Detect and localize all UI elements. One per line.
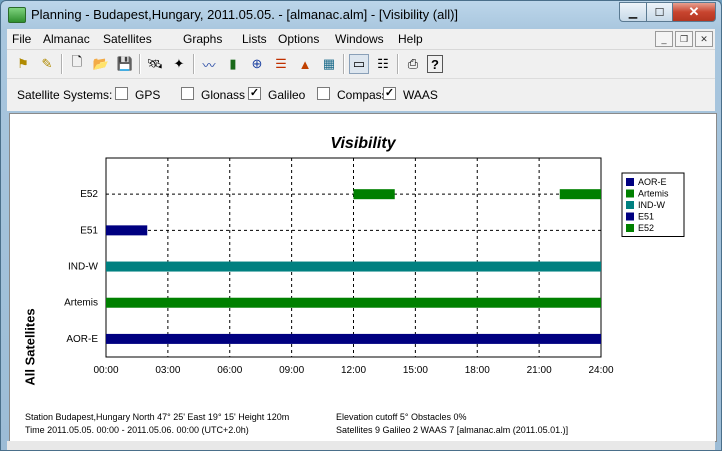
- window-title: Planning - Budapest,Hungary, 2011.05.05.…: [31, 7, 459, 22]
- visibility-bar: [559, 189, 601, 200]
- waas-checkbox[interactable]: ✓: [383, 87, 396, 100]
- satellite-systems-bar: Satellite Systems: GPS Glonass ✓ Galileo…: [7, 79, 715, 111]
- menu-bar: File Almanac Satellites Graphs Lists Opt…: [7, 29, 715, 50]
- elevation-graph-icon[interactable]: 〰: [199, 54, 219, 74]
- legend-swatch: [626, 201, 634, 209]
- y-tick-label: AOR-E: [66, 334, 98, 345]
- y-tick-label: E51: [80, 225, 98, 236]
- galileo-label: Galileo: [268, 88, 306, 102]
- visibility-bar: [106, 297, 601, 308]
- new-file-icon[interactable]: 🗋: [67, 54, 87, 74]
- visibility-bar: [106, 261, 601, 272]
- visibility-bar: [106, 225, 148, 236]
- toolbar-separator: [193, 54, 195, 74]
- toolbar: ⚑ ✎ 🗋 📂 💾 🛰 ✦ 〰 ▮ ⊕ ☰ ▲ ▦ ▭ ☷ ⎙ ?: [7, 50, 715, 79]
- legend-label: IND-W: [638, 200, 665, 210]
- save-icon[interactable]: 💾: [115, 54, 135, 74]
- satellite-icon[interactable]: 🛰: [145, 54, 165, 74]
- visibility-graph-icon[interactable]: ☰: [271, 54, 291, 74]
- x-tick-label: 09:00: [279, 365, 304, 376]
- y-tick-label: IND-W: [68, 262, 99, 273]
- menu-almanac[interactable]: Almanac: [43, 32, 90, 46]
- visibility-bar: [106, 333, 601, 344]
- x-tick-label: 03:00: [155, 365, 180, 376]
- y-tick-label: Artemis: [64, 298, 98, 309]
- waas-label: WAAS: [403, 88, 438, 102]
- legend-swatch: [626, 178, 634, 186]
- toolbar-separator: [397, 54, 399, 74]
- toolbar-separator: [343, 54, 345, 74]
- visibility-chart: 00:00 03:00 06:00 09:00 12:00 15:00 18:00 21:00…: [64, 157, 685, 376]
- minimize-button[interactable]: ▁: [619, 2, 647, 22]
- station-edit-icon[interactable]: ✎: [37, 54, 57, 74]
- bar-graph-icon[interactable]: ▮: [223, 54, 243, 74]
- dop-graph-icon[interactable]: ▲: [295, 54, 315, 74]
- toolbar-separator: [61, 54, 63, 74]
- menu-graphs[interactable]: Graphs: [183, 32, 222, 46]
- x-tick-label: 00:00: [93, 365, 118, 376]
- help-icon[interactable]: ?: [427, 55, 443, 73]
- print-icon[interactable]: ⎙: [403, 54, 423, 74]
- time-range-info: Time 2011.05.05. 00:00 - 2011.05.06. 00:…: [25, 425, 249, 435]
- mdi-restore-button[interactable]: ❐: [675, 31, 693, 47]
- app-window: Planning - Budapest,Hungary, 2011.05.05.…: [0, 0, 722, 451]
- visibility-bar: [353, 189, 395, 200]
- galileo-checkbox[interactable]: ✓: [248, 87, 261, 100]
- x-tick-label: 21:00: [527, 365, 552, 376]
- gps-label: GPS: [135, 88, 161, 102]
- compass-checkbox[interactable]: [317, 87, 330, 100]
- legend-label: E51: [638, 212, 654, 222]
- menu-help[interactable]: Help: [398, 32, 423, 46]
- elevation-info: Elevation cutoff 5° Obstacles 0%: [336, 412, 467, 422]
- satellite-systems-label: Satellite Systems:: [17, 88, 113, 102]
- world-map-icon[interactable]: ▦: [319, 54, 339, 74]
- x-tick-label: 18:00: [465, 365, 490, 376]
- title-bar[interactable]: Planning - Budapest,Hungary, 2011.05.05.…: [1, 1, 721, 29]
- x-tick-label: 24:00: [588, 365, 613, 376]
- list-view-icon[interactable]: ☷: [373, 54, 393, 74]
- legend-label: Artemis: [638, 189, 669, 199]
- menu-file[interactable]: File: [12, 32, 31, 46]
- glonass-label: Glonass: [201, 88, 246, 102]
- station-icon[interactable]: ⚑: [13, 54, 33, 74]
- mdi-controls: _ ❐ ✕: [655, 31, 713, 47]
- legend-swatch: [626, 212, 634, 221]
- y-tick-label: E52: [80, 189, 98, 200]
- graph-view: Visibility All Satellites 00:00 03:00 06:0…: [9, 113, 717, 442]
- graph-view-icon[interactable]: ▭: [349, 54, 369, 74]
- menu-lists[interactable]: Lists: [242, 32, 267, 46]
- app-icon: [8, 7, 26, 23]
- close-button[interactable]: ✕: [673, 2, 716, 22]
- toolbar-separator: [139, 54, 141, 74]
- maximize-button[interactable]: ☐: [647, 2, 673, 22]
- gps-checkbox[interactable]: [115, 87, 128, 100]
- mdi-minimize-button[interactable]: _: [655, 31, 673, 47]
- x-tick-label: 15:00: [403, 365, 428, 376]
- status-bar: [7, 441, 715, 450]
- legend-swatch: [626, 224, 634, 232]
- x-tick-label: 12:00: [341, 365, 366, 376]
- satellite-select-icon[interactable]: ✦: [169, 54, 189, 74]
- menu-satellites[interactable]: Satellites: [103, 32, 152, 46]
- legend-swatch: [626, 189, 634, 198]
- compass-label: Compass: [337, 88, 388, 102]
- skyplot-icon[interactable]: ⊕: [247, 54, 267, 74]
- window-controls: ▁ ☐ ✕: [619, 2, 716, 22]
- mdi-close-button[interactable]: ✕: [695, 31, 713, 47]
- menu-windows[interactable]: Windows: [335, 32, 384, 46]
- glonass-checkbox[interactable]: [181, 87, 194, 100]
- legend-label: AOR-E: [638, 177, 667, 187]
- x-tick-label: 06:00: [217, 365, 242, 376]
- legend-label: E52: [638, 223, 654, 233]
- satellites-info: Satellites 9 Galileo 2 WAAS 7 [almanac.a…: [336, 425, 569, 435]
- menu-options[interactable]: Options: [278, 32, 319, 46]
- open-folder-icon[interactable]: 📂: [91, 54, 111, 74]
- station-info: Station Budapest,Hungary North 47° 25' E…: [25, 412, 290, 422]
